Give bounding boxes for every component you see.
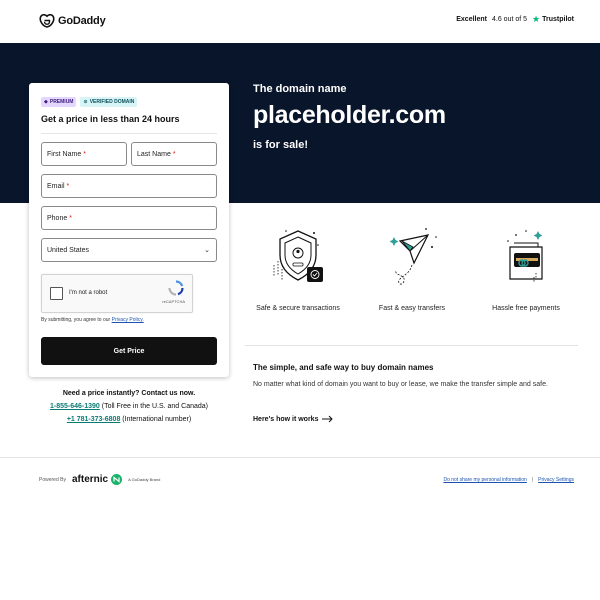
country-select[interactable]: United States ⌄ — [41, 238, 217, 262]
do-not-share-link[interactable]: Do not share my personal information — [443, 477, 526, 483]
first-name-placeholder: First Name — [47, 150, 82, 158]
link-separator: | — [531, 477, 534, 483]
domain-name: placeholder.com — [253, 101, 446, 129]
how-it-works-label: Here's how it works — [253, 415, 319, 423]
godaddy-logo[interactable]: GoDaddy — [39, 14, 106, 28]
contact-block: Need a price instantly? Contact us now. … — [29, 387, 229, 426]
international-note: (International number) — [122, 416, 192, 423]
privacy-policy-link[interactable]: Privacy Policy. — [112, 317, 144, 323]
international-phone-link[interactable]: +1 781-373-6808 — [67, 416, 121, 423]
verified-badge: ⊘ VERIFIED DOMAIN — [80, 97, 138, 107]
consent-text: By submitting, you agree to our Privacy … — [41, 317, 144, 323]
captcha-label: I'm not a robot — [69, 290, 108, 296]
last-name-placeholder: Last Name — [137, 150, 171, 158]
footer-divider — [0, 457, 600, 458]
recaptcha-icon — [168, 280, 184, 296]
premium-badge: ◆ PREMIUM — [41, 97, 77, 107]
afternic-mark-icon — [111, 474, 123, 485]
privacy-settings-link[interactable]: Privacy Settings — [538, 477, 574, 483]
feature-payments-label: Hassle free payments — [492, 305, 560, 312]
check-circle-icon: ⊘ — [83, 99, 88, 105]
wallet-icon — [507, 230, 543, 283]
paper-plane-icon — [389, 228, 437, 285]
feature-payments: Hassle free payments — [471, 225, 581, 312]
chevron-down-icon: ⌄ — [204, 247, 210, 254]
section-divider — [245, 345, 578, 346]
trustpilot-rating[interactable]: Excellent 4.6 out of 5 ★ Trustpilot — [456, 14, 574, 24]
diamond-icon: ◆ — [44, 99, 48, 105]
afternic-text: afternic — [71, 474, 109, 485]
phone-placeholder: Phone — [47, 214, 68, 222]
required-mark: * — [172, 150, 176, 158]
hero-label: The domain name — [253, 83, 347, 95]
rating-score: 4.6 out of 5 — [492, 16, 528, 23]
trustpilot-label: Trustpilot — [542, 16, 574, 23]
feature-transfers: Fast & easy transfers — [357, 225, 467, 312]
star-icon: ★ — [532, 14, 541, 24]
verified-badge-label: VERIFIED DOMAIN — [89, 99, 135, 105]
email-placeholder: Email — [47, 182, 65, 190]
phone-line-1: 1-855-646-1390 (Toll Free in the U.S. an… — [29, 400, 229, 413]
rating-word: Excellent — [456, 16, 487, 23]
feature-secure: Safe & secure transactions — [243, 225, 353, 312]
get-price-button[interactable]: Get Price — [41, 337, 217, 365]
first-name-field[interactable]: First Name * — [41, 142, 127, 166]
recaptcha-widget: I'm not a robot reCAPTCHA — [41, 274, 193, 313]
phone-line-2: +1 781-373-6808 (International number) — [29, 413, 229, 426]
godaddy-brand-note: A GoDaddy Brand — [128, 477, 161, 482]
required-mark: * — [66, 182, 70, 190]
badge-row: ◆ PREMIUM ⊘ VERIFIED DOMAIN — [41, 97, 138, 107]
form-title: Get a price in less than 24 hours — [41, 114, 180, 124]
last-name-field[interactable]: Last Name * — [131, 142, 217, 166]
info-title: The simple, and safe way to buy domain n… — [253, 363, 434, 372]
godaddy-logo-icon — [39, 14, 55, 28]
legal-links: Do not share my personal information | P… — [443, 477, 574, 483]
email-field[interactable]: Email * — [41, 174, 217, 198]
arrow-right-icon — [322, 415, 334, 423]
toll-free-note: (Toll Free in the U.S. and Canada) — [101, 403, 208, 410]
toll-free-phone-link[interactable]: 1-855-646-1390 — [50, 403, 100, 410]
consent-prefix: By submitting, you agree to our — [41, 317, 111, 323]
logo-text: GoDaddy — [58, 15, 106, 27]
feature-transfers-label: Fast & easy transfers — [378, 305, 446, 312]
phone-field[interactable]: Phone * — [41, 206, 217, 230]
afternic-logo[interactable]: afternic — [71, 474, 123, 485]
powered-by-label: Powered By — [39, 476, 66, 483]
how-it-works-link[interactable]: Here's how it works — [253, 415, 334, 423]
contact-question: Need a price instantly? Contact us now. — [62, 390, 196, 397]
required-mark: * — [69, 214, 72, 222]
recaptcha-label: reCAPTCHA — [162, 299, 185, 304]
captcha-checkbox[interactable] — [50, 287, 63, 300]
for-sale-text: is for sale! — [253, 139, 309, 151]
required-mark: * — [83, 150, 86, 158]
country-value: United States — [47, 246, 90, 254]
shield-icon — [273, 230, 323, 282]
info-description: No matter what kind of domain you want t… — [253, 381, 548, 388]
trustpilot-logo: ★ Trustpilot — [532, 14, 574, 24]
premium-badge-label: PREMIUM — [49, 99, 74, 105]
form-divider — [41, 133, 217, 134]
price-request-form: ◆ PREMIUM ⊘ VERIFIED DOMAIN Get a price … — [29, 83, 229, 377]
powered-by: Powered By afternic A GoDaddy Brand — [39, 474, 160, 485]
feature-secure-label: Safe & secure transactions — [256, 305, 340, 312]
top-bar: GoDaddy Excellent 4.6 out of 5 ★ Trustpi… — [0, 0, 600, 43]
